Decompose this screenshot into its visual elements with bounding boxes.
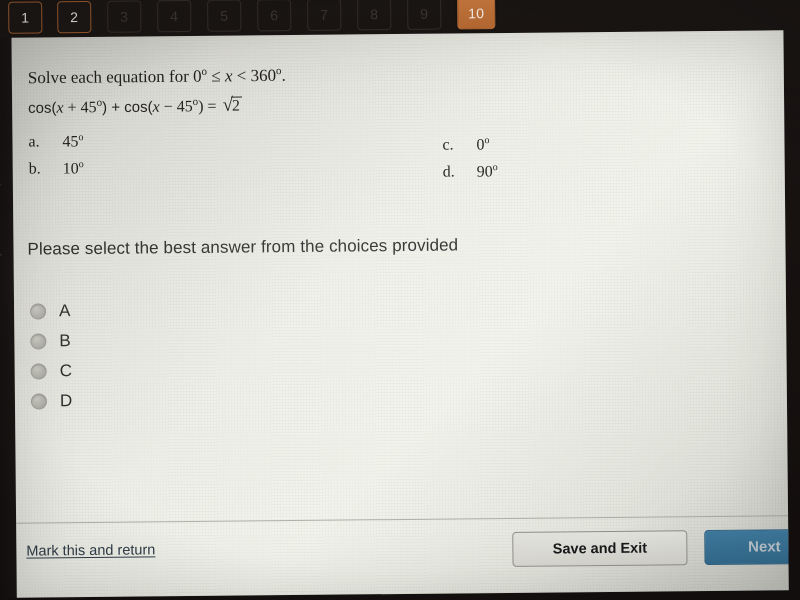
question-prompt: Solve each equation for 0o ≤ x < 360o. [28, 65, 286, 88]
radio-button-a[interactable] [30, 303, 47, 320]
question-button-4: 4 [157, 0, 192, 33]
prompt-relation: ≤ [206, 66, 225, 86]
degree-symbol: o [78, 132, 84, 144]
eq-close-equals: ) = [198, 98, 221, 116]
choice-d-value: 90 [476, 163, 493, 181]
answer-option-label: C [59, 361, 73, 381]
instruction-text: Please select the best answer from the c… [27, 235, 459, 259]
degree-symbol: o [492, 162, 498, 174]
answer-option-a[interactable]: A [30, 301, 71, 321]
choice-b-value: 10 [62, 160, 79, 178]
question-button-3: 3 [107, 0, 142, 33]
photographed-screen: 1 2 3 4 5 6 7 8 9 10 Solve each equation for 0o ≤… [0, 0, 800, 600]
rail-arrow-icon [0, 253, 3, 260]
choice-c-value: 0 [476, 136, 485, 154]
answer-option-label: A [58, 301, 71, 321]
radicand: 2 [230, 96, 243, 116]
choice-d: d. 90o [443, 162, 498, 182]
radio-button-d[interactable] [30, 393, 48, 410]
radio-button-c[interactable] [30, 363, 47, 380]
choice-c: c. 0o [442, 135, 489, 155]
square-root-expression: √2 [220, 95, 243, 116]
question-button-1[interactable]: 1 [8, 1, 43, 34]
question-button-10[interactable]: 10 [457, 0, 496, 30]
footer-divider [16, 515, 789, 524]
choice-a: a. 45o [28, 132, 83, 152]
question-content-panel: Solve each equation for 0o ≤ x < 360o. c… [11, 30, 789, 598]
degree-symbol: o [484, 135, 490, 147]
answer-option-label: D [59, 391, 73, 411]
rail-arrow-icon [0, 43, 1, 50]
eq-plus-45: + 45 [63, 99, 97, 117]
answer-option-label: B [59, 331, 71, 351]
question-button-2[interactable]: 2 [57, 0, 92, 34]
eq-middle: ) + cos( [102, 98, 153, 117]
degree-symbol: o [78, 159, 84, 171]
answer-option-d[interactable]: D [30, 391, 73, 411]
prompt-upper-bound: < 360 [232, 65, 277, 86]
question-button-5: 5 [207, 0, 242, 32]
save-and-exit-button[interactable]: Save and Exit [512, 530, 688, 567]
choice-a-value: 45 [62, 133, 79, 151]
choice-a-letter: a. [28, 133, 40, 151]
prompt-variable: x [224, 66, 233, 86]
screenshot-root: 1 2 3 4 5 6 7 8 9 10 Solve each equation for 0o ≤… [0, 0, 800, 600]
choice-b-letter: b. [28, 160, 41, 178]
question-button-6: 6 [257, 0, 292, 32]
question-button-9: 9 [407, 0, 442, 30]
next-button[interactable]: Next [704, 528, 789, 566]
rail-arrow-icon [0, 183, 2, 190]
choice-c-letter: c. [442, 136, 454, 154]
prompt-end: . [281, 65, 286, 85]
choice-d-letter: d. [442, 163, 455, 181]
rail-arrow-icon [0, 113, 2, 120]
mark-this-and-return-link[interactable]: Mark this and return [26, 542, 155, 559]
prompt-prefix: Solve each equation for [27, 66, 194, 88]
question-button-8: 8 [357, 0, 392, 31]
radio-button-b[interactable] [30, 333, 47, 350]
eq-minus-45: − 45 [159, 98, 193, 116]
answer-option-c[interactable]: C [30, 361, 73, 381]
question-equation: cos(x + 45o) + cos(x − 45o) = √2 [28, 95, 243, 118]
cos-open-1: cos( [28, 99, 57, 117]
prompt-lower-bound: 0 [192, 66, 202, 86]
question-button-7: 7 [307, 0, 342, 31]
answer-option-b[interactable]: B [30, 331, 71, 351]
choice-b: b. 10o [29, 159, 84, 179]
